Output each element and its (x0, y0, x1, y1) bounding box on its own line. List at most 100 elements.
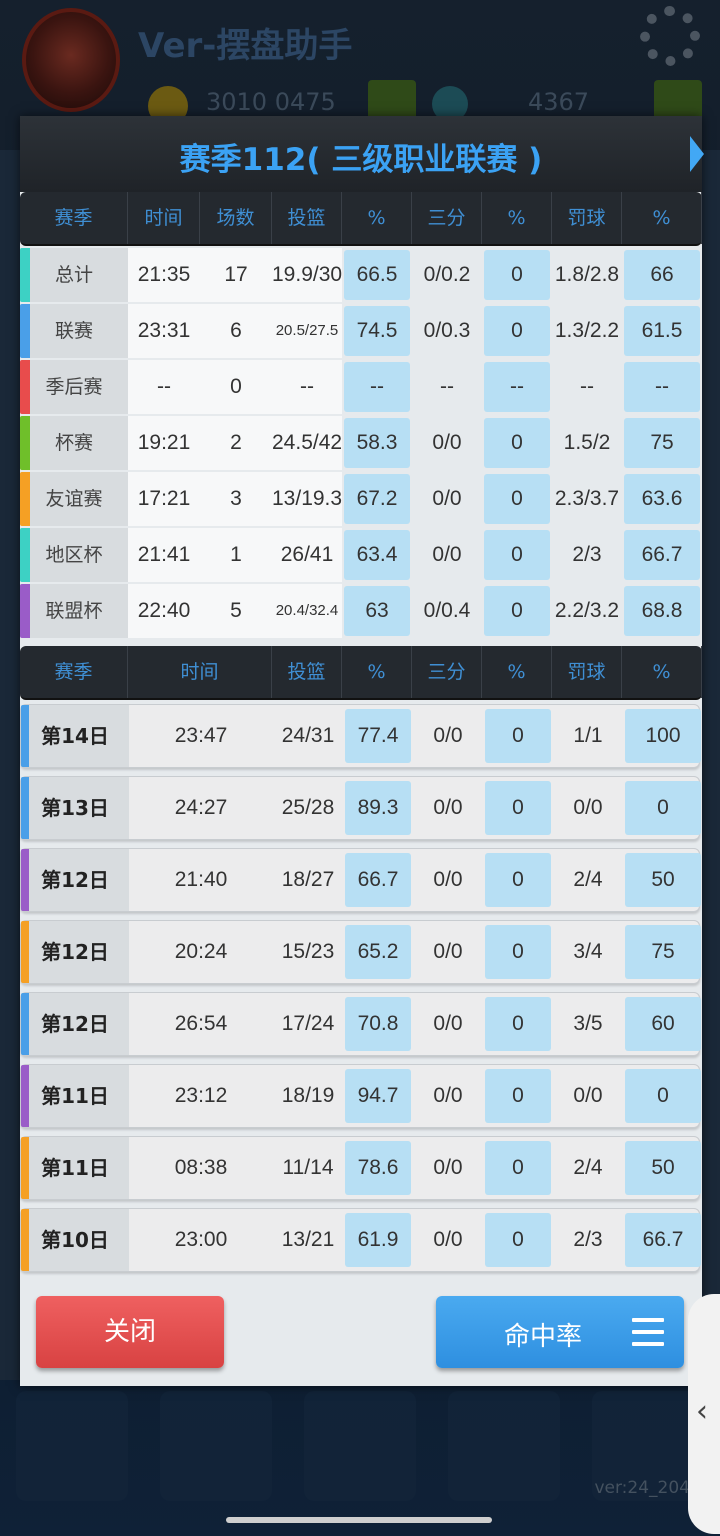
game-cell-day: 第10日 (41, 1228, 109, 1252)
add-coins-button (368, 80, 416, 120)
close-button[interactable]: 关闭 (36, 1296, 224, 1368)
game-cell-three: 0/0 (433, 1012, 463, 1035)
season-cell-three-pct: -- (510, 375, 524, 398)
season-cell-fg: 26/41 (280, 543, 334, 566)
game-cell-fg: 18/19 (281, 1084, 335, 1107)
season-cell-games: 0 (230, 375, 242, 398)
dialog-title: 赛季112( 三级职业联赛 ) (179, 142, 543, 178)
season-cell-three-pct: 0 (511, 319, 523, 342)
game-cell-ft: 2/4 (573, 1156, 603, 1179)
game-cell-ft-pct: 50 (651, 1156, 675, 1179)
next-season-arrow-icon[interactable] (690, 136, 704, 172)
game-cell-fg: 18/27 (281, 868, 335, 891)
season-cell-fg-pct: 58.3 (356, 431, 398, 454)
game-header-cell: 罚球 (552, 646, 622, 698)
game-cell-ft-pct: 75 (651, 940, 675, 963)
game-cell-ft-pct: 60 (651, 1012, 675, 1035)
game-header-cell: 三分 (412, 646, 482, 698)
season-cell-fg-pct: 63 (365, 599, 389, 622)
game-cell-ft: 2/3 (573, 1228, 603, 1251)
game-row[interactable]: 第14日 23:47 24/31 77.4 0/0 0 1/1 100 (20, 704, 701, 768)
home-indicator[interactable] (226, 1517, 492, 1523)
game-header-cell: 赛季 (20, 646, 128, 698)
season-cell-ft: 1.5/2 (563, 431, 611, 454)
game-row[interactable]: 第12日 20:24 15/23 65.2 0/0 0 3/4 75 (20, 920, 701, 984)
gear-icon (640, 6, 700, 66)
hit-rate-button[interactable]: 命中率 (436, 1296, 684, 1368)
side-drawer-tab[interactable]: ‹ (688, 1294, 720, 1534)
season-cell-time: 17:21 (137, 487, 191, 510)
season-cell-fg-pct: 63.4 (356, 543, 398, 566)
game-cell-three: 0/0 (433, 940, 463, 963)
season-cell-three: 0/0.4 (423, 599, 471, 622)
season-row: 地区杯 21:41 1 26/41 63.4 0/0 0 2/3 66.7 (20, 528, 702, 582)
season-header-cell: 三分 (412, 192, 482, 244)
season-cell-ft-pct: 75 (650, 431, 674, 454)
game-cell-time: 08:38 (174, 1156, 228, 1179)
game-row[interactable]: 第11日 23:12 18/19 94.7 0/0 0 0/0 0 (20, 1064, 701, 1128)
game-cell-three-pct: 0 (512, 796, 524, 819)
game-cell-ft: 0/0 (573, 796, 603, 819)
game-cell-ft: 0/0 (573, 1084, 603, 1107)
game-cell-fg: 15/23 (281, 940, 335, 963)
game-cell-fg-pct: 89.3 (357, 796, 399, 819)
game-cell-three-pct: 0 (512, 868, 524, 891)
game-row[interactable]: 第11日 08:38 11/14 78.6 0/0 0 2/4 50 (20, 1136, 701, 1200)
season-cell-three-pct: 0 (511, 431, 523, 454)
game-cell-day: 第12日 (41, 1012, 109, 1036)
season-cell-ft-pct: 68.8 (641, 599, 683, 622)
game-cell-fg-pct: 61.9 (357, 1228, 399, 1251)
season-cell-fg: 19.9/30 (272, 263, 343, 286)
season-cell-cat: 杯赛 (54, 432, 93, 454)
game-cell-three-pct: 0 (512, 1156, 524, 1179)
season-cell-ft-pct: 66 (650, 263, 674, 286)
game-cell-time: 23:00 (174, 1228, 228, 1251)
season-cell-ft: 2.2/3.2 (554, 599, 620, 622)
season-cell-three: 0/0.3 (423, 319, 471, 342)
game-row[interactable]: 第10日 23:00 13/21 61.9 0/0 0 2/3 66.7 (20, 1208, 701, 1272)
game-header-cell: 时间 (128, 646, 272, 698)
game-cell-ft-pct: 100 (645, 724, 681, 747)
game-header-cell: % (482, 646, 552, 698)
game-cell-ft-pct: 0 (657, 796, 669, 819)
game-header-cell: 投篮 (272, 646, 342, 698)
game-cell-ft: 3/5 (573, 1012, 603, 1035)
add-gems-button (654, 80, 702, 120)
season-cell-games: 6 (230, 319, 242, 342)
season-cell-games: 5 (230, 599, 242, 622)
season-cell-fg: 24.5/42 (272, 431, 343, 454)
game-cell-time: 23:12 (174, 1084, 228, 1107)
season-header-cell: 罚球 (552, 192, 622, 244)
season-header-cell: % (482, 192, 552, 244)
season-cell-ft: 1.3/2.2 (554, 319, 620, 342)
game-cell-day: 第12日 (41, 868, 109, 892)
season-cell-three-pct: 0 (511, 543, 523, 566)
game-row[interactable]: 第12日 26:54 17/24 70.8 0/0 0 3/5 60 (20, 992, 701, 1056)
game-row[interactable]: 第12日 21:40 18/27 66.7 0/0 0 2/4 50 (20, 848, 701, 912)
season-cell-fg-pct: 66.5 (356, 263, 398, 286)
season-cell-ft: 2/3 (572, 543, 602, 566)
game-cell-time: 24:27 (174, 796, 228, 819)
season-cell-three: 0/0 (432, 543, 462, 566)
game-cell-fg-pct: 94.7 (357, 1084, 399, 1107)
game-row[interactable]: 第13日 24:27 25/28 89.3 0/0 0 0/0 0 (20, 776, 701, 840)
game-cell-three-pct: 0 (512, 940, 524, 963)
season-row: 总计 21:35 17 19.9/30 66.5 0/0.2 0 1.8/2.8 66 (20, 248, 702, 302)
season-cell-ft: 2.3/3.7 (554, 487, 620, 510)
season-cell-fg: 13/19.3 (272, 487, 343, 510)
game-cell-three-pct: 0 (512, 1084, 524, 1107)
season-cell-cat: 地区杯 (45, 544, 103, 566)
nav-item (160, 1391, 272, 1501)
background-panel-left (0, 150, 20, 1380)
game-cell-three-pct: 0 (512, 1012, 524, 1035)
season-header-cell: % (622, 192, 702, 244)
season-cell-cat: 联盟杯 (45, 600, 103, 622)
nav-item (16, 1391, 128, 1501)
menu-icon (632, 1318, 664, 1346)
game-cell-fg: 17/24 (281, 1012, 335, 1035)
season-cell-games: 17 (224, 263, 248, 286)
season-cell-fg: 20.4/32.4 (275, 602, 339, 619)
game-cell-day: 第11日 (41, 1156, 109, 1180)
dialog-header: 赛季112( 三级职业联赛 ) (20, 116, 704, 192)
season-row: 联赛 23:31 6 20.5/27.5 74.5 0/0.3 0 1.3/2.2 61.5 (20, 304, 702, 358)
